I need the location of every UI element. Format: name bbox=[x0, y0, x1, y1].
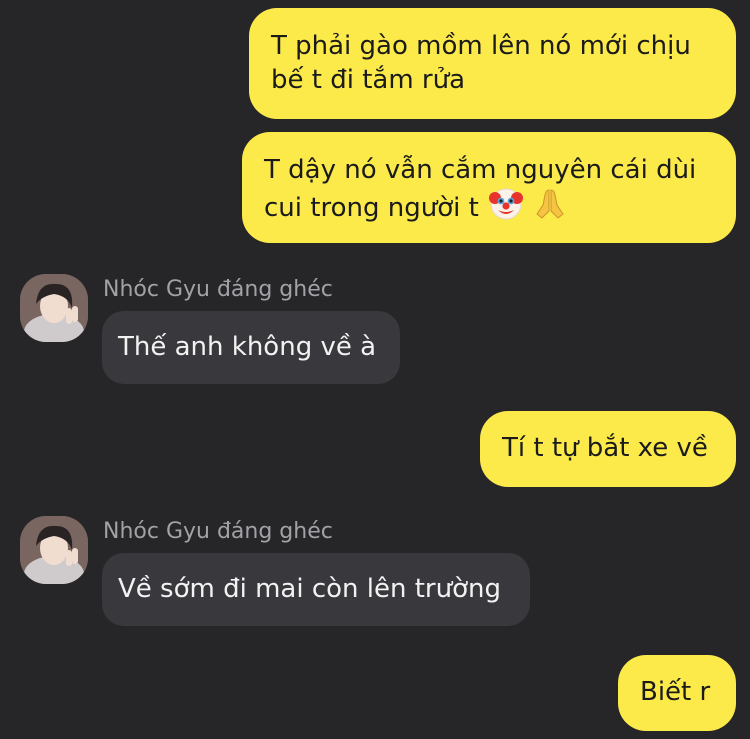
chat-view: T phải gào mồm lên nó mới chịu bế t đi t… bbox=[0, 0, 750, 739]
outgoing-message-bubble[interactable]: Biết r bbox=[618, 655, 736, 731]
message-text: T phải gào mồm lên nó mới chịu bế t đi t… bbox=[271, 31, 691, 95]
clown-face-emoji-icon bbox=[489, 187, 524, 221]
incoming-message-bubble[interactable]: Thế anh không về à bbox=[102, 311, 400, 384]
sender-name: Nhóc Gyu đáng ghéc bbox=[103, 277, 333, 302]
contact-avatar[interactable] bbox=[20, 516, 88, 584]
message-text: Thế anh không về à bbox=[118, 332, 377, 362]
incoming-message-bubble[interactable]: Về sớm đi mai còn lên trường bbox=[102, 553, 530, 626]
sender-name: Nhóc Gyu đáng ghéc bbox=[103, 519, 333, 544]
contact-avatar[interactable] bbox=[20, 274, 88, 342]
outgoing-message-bubble[interactable]: T phải gào mồm lên nó mới chịu bế t đi t… bbox=[249, 8, 736, 119]
message-text: T dậy nó vẫn cắm nguyên cái dùi cui tron… bbox=[264, 155, 697, 223]
message-text: Biết r bbox=[640, 677, 711, 707]
outgoing-message-bubble[interactable]: Tí t tự bắt xe về bbox=[480, 411, 736, 487]
message-text: Về sớm đi mai còn lên trường bbox=[118, 574, 501, 604]
message-text: Tí t tự bắt xe về bbox=[502, 433, 708, 463]
folded-hands-emoji-icon bbox=[533, 187, 567, 221]
outgoing-message-bubble[interactable]: T dậy nó vẫn cắm nguyên cái dùi cui tron… bbox=[242, 132, 736, 243]
